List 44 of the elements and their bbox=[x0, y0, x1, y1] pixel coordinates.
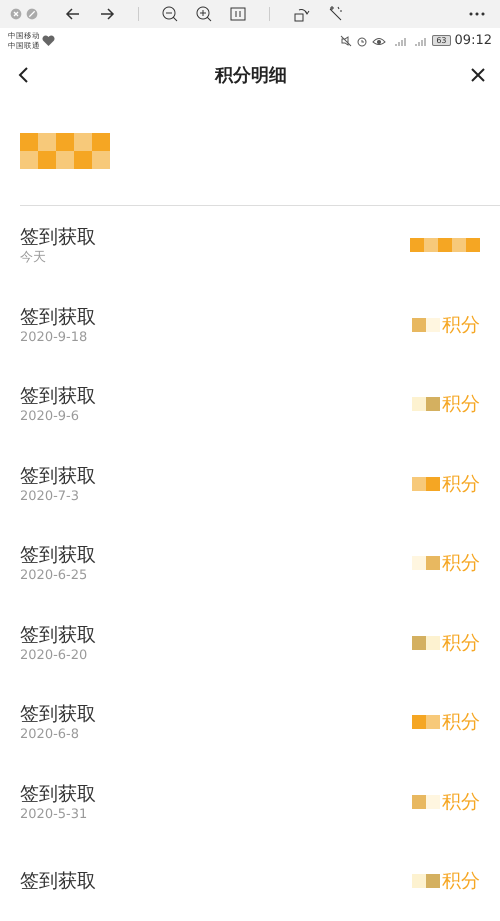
points-unit: 积分 bbox=[442, 630, 480, 656]
record-title: 签到获取 bbox=[20, 384, 96, 410]
mosaic-drawing bbox=[412, 874, 440, 888]
record-title: 签到获取 bbox=[20, 464, 96, 489]
record-title: 签到获取 bbox=[20, 543, 96, 568]
record-title: 签到获取 bbox=[20, 304, 96, 330]
mosaic-drawing bbox=[410, 238, 480, 252]
page-title: 积分明细 bbox=[215, 64, 287, 87]
points-unit: 积分 bbox=[442, 551, 480, 576]
mosaic-drawing bbox=[412, 476, 440, 491]
record-date: 今天 bbox=[20, 250, 47, 266]
zoom-out-icon[interactable] bbox=[161, 5, 179, 24]
record-date: 2020-9-6 bbox=[20, 409, 80, 426]
record-date: 2020-6-25 bbox=[20, 568, 88, 584]
record-title: 签到获取 bbox=[20, 782, 96, 807]
heart-icon bbox=[42, 34, 55, 47]
points-unit: 积分 bbox=[442, 710, 480, 736]
mosaic-drawing bbox=[412, 636, 440, 650]
points-unit: 积分 bbox=[442, 312, 480, 338]
mosaic-drawing bbox=[412, 715, 440, 730]
zoom-in-icon[interactable] bbox=[195, 5, 213, 24]
battery-level: 63 bbox=[432, 35, 451, 46]
points-unit: 积分 bbox=[442, 392, 480, 418]
fit-icon[interactable] bbox=[229, 5, 247, 24]
record-title: 签到获取 bbox=[20, 702, 96, 728]
record-title: 签到获取 bbox=[20, 225, 96, 250]
record-title: 签到获取 bbox=[20, 622, 96, 648]
clock-time: 09:12 bbox=[454, 33, 492, 48]
points-unit: 积分 bbox=[442, 869, 480, 894]
record-date: 2020-6-20 bbox=[20, 648, 88, 664]
record-title: 签到获取 bbox=[20, 869, 96, 894]
mosaic-drawing bbox=[412, 794, 440, 809]
points-unit: 积分 bbox=[442, 472, 480, 497]
mosaic-drawing bbox=[412, 397, 440, 412]
mosaic-drawing bbox=[412, 556, 440, 570]
record-date: 2020-5-31 bbox=[20, 806, 88, 823]
record-date: 2020-7-3 bbox=[20, 488, 80, 505]
record-date: 2020-6-8 bbox=[20, 727, 80, 744]
close-icon[interactable] bbox=[470, 66, 486, 83]
record-date: 2020-9-18 bbox=[20, 330, 88, 346]
alarm-icon bbox=[356, 34, 368, 47]
mosaic-drawing bbox=[412, 318, 440, 332]
points-unit: 积分 bbox=[442, 790, 480, 815]
mute-icon bbox=[340, 34, 352, 47]
